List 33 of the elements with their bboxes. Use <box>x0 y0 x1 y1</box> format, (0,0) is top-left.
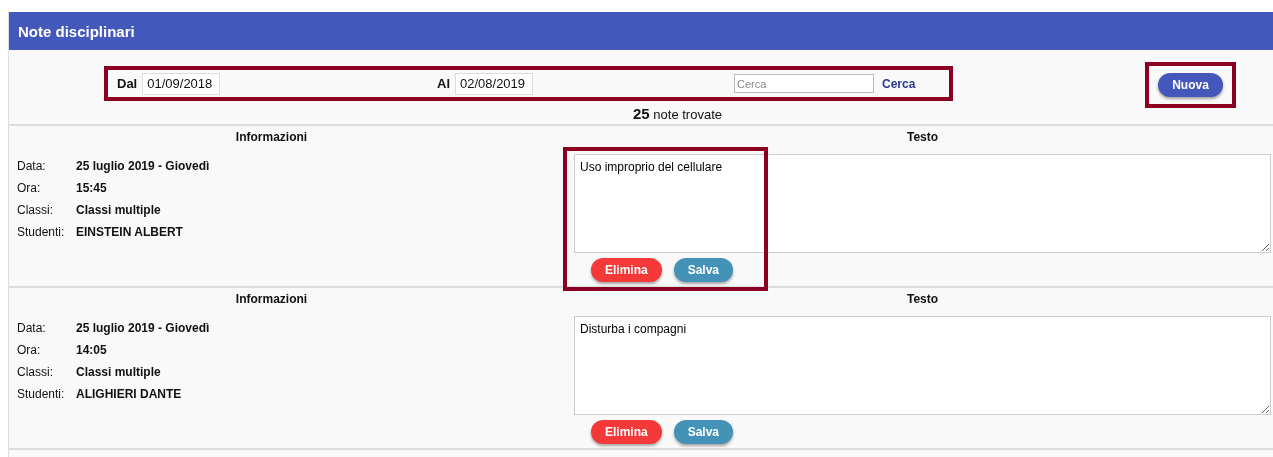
info-value: 25 luglio 2019 - Giovedì <box>76 159 211 173</box>
info-value: Classi multiple <box>76 365 162 379</box>
info-value: 25 luglio 2019 - Giovedì <box>76 321 211 335</box>
info-value: 14:05 <box>76 343 108 357</box>
info-value: ALIGHIERI DANTE <box>76 387 183 401</box>
column-heading: Informazioni <box>234 291 309 308</box>
search-link[interactable]: Cerca <box>882 76 916 91</box>
info-label: Data: <box>17 159 47 173</box>
page-title: Note disciplinari <box>18 22 135 40</box>
info-label: Ora: <box>17 181 42 195</box>
info-label: Classi: <box>17 203 54 217</box>
field-label: Al <box>437 76 450 91</box>
info-value: Classi multiple <box>76 203 162 217</box>
search-field[interactable]: Cerca <box>734 74 874 93</box>
column-heading: Testo <box>905 291 940 308</box>
info-label: Data: <box>17 321 47 335</box>
delete-button[interactable]: Elimina <box>591 420 662 444</box>
info-label: Classi: <box>17 365 54 379</box>
info-value: EINSTEIN ALBERT <box>76 225 184 239</box>
note-text-field[interactable]: Disturba i compagni <box>574 316 1271 415</box>
delete-button[interactable]: Elimina <box>591 258 662 282</box>
info-label: Studenti: <box>17 225 66 239</box>
column-heading: Testo <box>905 129 940 146</box>
result-count: 25 note trovate <box>633 104 722 122</box>
info-value: 15:45 <box>76 181 108 195</box>
field-label: Dal <box>117 76 138 91</box>
new-button[interactable]: Nuova <box>1158 73 1223 97</box>
date-field[interactable]: 02/08/2019 <box>455 72 533 95</box>
date-field[interactable]: 01/09/2018 <box>142 72 221 95</box>
info-label: Studenti: <box>17 387 66 401</box>
column-heading: Informazioni <box>234 129 309 146</box>
info-label: Ora: <box>17 343 42 357</box>
note-text-field[interactable]: Uso improprio del cellulare <box>574 154 1271 253</box>
